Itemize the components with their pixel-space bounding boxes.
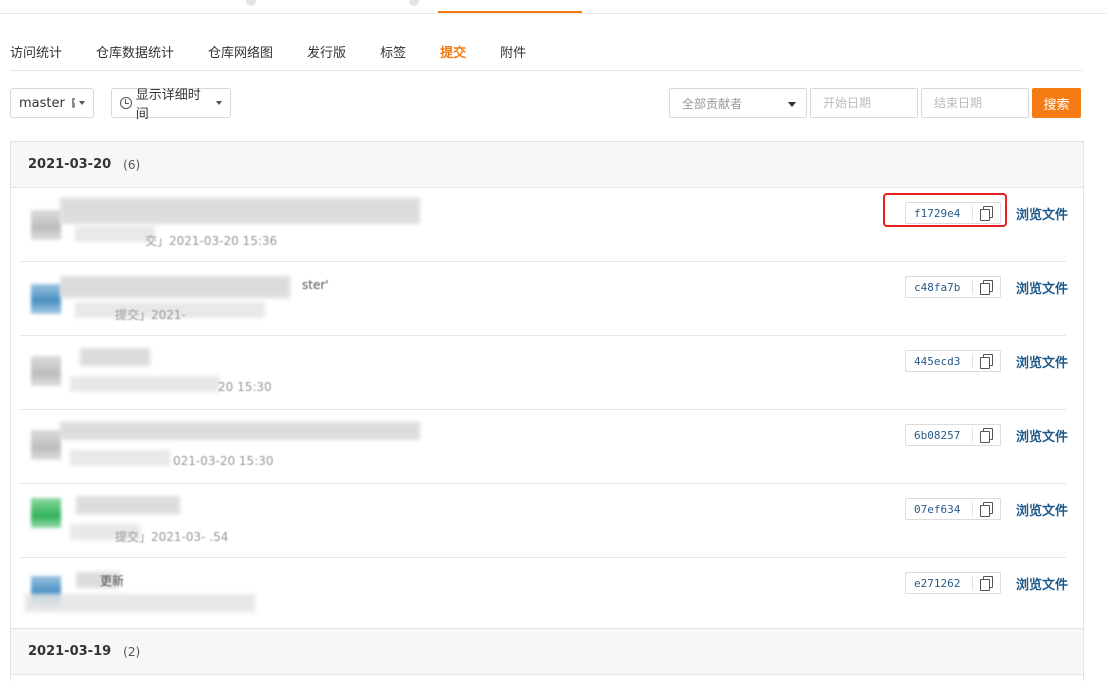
commit-sha[interactable]: 6b08257 <box>906 429 972 442</box>
commit-sha[interactable]: e271262 <box>906 577 972 590</box>
copy-icon[interactable] <box>980 280 994 295</box>
commit-title-redacted <box>60 276 290 298</box>
nav-item-attachments[interactable]: 附件 <box>500 44 526 70</box>
clock-icon <box>120 97 132 109</box>
commit-author-redacted <box>70 450 170 466</box>
nav-item-tags[interactable]: 标签 <box>380 44 406 70</box>
commit-author-redacted <box>25 594 255 612</box>
branch-name: master <box>19 95 65 111</box>
commit-author-redacted <box>75 226 155 242</box>
commit-title-redacted <box>76 496 180 514</box>
commit-row: 提交」2021-03- .54 07ef634 浏览文件 <box>20 484 1068 558</box>
search-button[interactable]: 搜索 <box>1032 88 1081 118</box>
commit-sha[interactable]: c48fa7b <box>906 281 972 294</box>
commit-group-count: (6) <box>123 157 141 172</box>
subnav-divider <box>10 70 1083 71</box>
copy-icon[interactable] <box>980 576 994 591</box>
browse-files-link[interactable]: 浏览文件 <box>1016 278 1068 297</box>
browse-files-link[interactable]: 浏览文件 <box>1016 352 1068 371</box>
commit-title-redacted <box>60 422 420 440</box>
commit-meta: 提交」2021- <box>115 308 186 322</box>
nav-item-repo-stats[interactable]: 仓库数据统计 <box>96 44 174 70</box>
browse-files-link[interactable]: 浏览文件 <box>1016 574 1068 593</box>
commit-toolbar: master 显示详细时间 全部贡献者 搜索 <box>10 88 1082 122</box>
avatar <box>31 430 61 460</box>
commit-sha[interactable]: 445ecd3 <box>906 355 972 368</box>
top-tab-ghost <box>409 0 419 6</box>
commit-group-count: (2) <box>123 644 141 659</box>
commit-group-header: 2021-03-20 (6) <box>11 142 1083 188</box>
browse-files-link[interactable]: 浏览文件 <box>1016 204 1068 223</box>
sha-separator <box>972 354 973 368</box>
end-date-input[interactable] <box>921 88 1029 118</box>
commit-row: ster' 提交」2021- c48fa7b 浏览文件 <box>20 262 1068 336</box>
commit-row: 021-03-20 15:30 6b08257 浏览文件 <box>20 410 1068 484</box>
commit-title-fragment: ster' <box>302 278 329 292</box>
commit-group: 2021-03-19 (2) <box>10 628 1084 681</box>
avatar <box>31 356 61 386</box>
copy-icon[interactable] <box>980 428 994 443</box>
nav-item-access-stats[interactable]: 访问统计 <box>10 44 62 70</box>
commit-row: 更新 e271262 浏览文件 <box>20 558 1068 632</box>
chevron-down-icon <box>79 101 85 105</box>
annotation-highlight-box <box>883 193 1007 227</box>
commit-meta: 提交」2021-03- .54 <box>115 530 229 544</box>
nav-item-releases[interactable]: 发行版 <box>307 44 346 70</box>
commit-sha-box: 07ef634 <box>905 498 1001 520</box>
commit-group-date: 2021-03-19 <box>28 644 112 659</box>
commit-sha-box: 6b08257 <box>905 424 1001 446</box>
commit-row: 20 15:30 445ecd3 浏览文件 <box>20 336 1068 410</box>
commit-group-date: 2021-03-20 <box>28 157 112 172</box>
top-tab-active-indicator <box>438 11 582 13</box>
commit-sha-box: e271262 <box>905 572 1001 594</box>
commit-meta: 交」2021-03-20 15:36 <box>145 234 278 248</box>
avatar <box>31 210 61 240</box>
browse-files-link[interactable]: 浏览文件 <box>1016 500 1068 519</box>
commit-sha-box: 445ecd3 <box>905 350 1001 372</box>
copy-icon[interactable] <box>980 354 994 369</box>
sha-separator <box>972 280 973 294</box>
sha-separator <box>972 576 973 590</box>
avatar <box>31 284 61 314</box>
nav-item-commits[interactable]: 提交 <box>440 44 466 70</box>
nav-item-network[interactable]: 仓库网络图 <box>208 44 273 70</box>
branch-select-button[interactable]: master <box>10 88 94 118</box>
author-select-label: 全部贡献者 <box>682 96 743 111</box>
time-display-toggle[interactable]: 显示详细时间 <box>111 88 231 122</box>
browse-files-link[interactable]: 浏览文件 <box>1016 426 1068 445</box>
commit-title-fragment: 更新 <box>100 574 125 588</box>
time-toggle-label: 显示详细时间 <box>135 88 201 122</box>
top-tab-ghost <box>246 0 256 6</box>
shield-icon <box>71 98 80 108</box>
commit-meta: 20 15:30 <box>218 380 272 394</box>
sha-separator <box>972 502 973 516</box>
chevron-down-icon <box>788 102 796 107</box>
top-tab-strip <box>0 0 1106 14</box>
start-date-input[interactable] <box>810 88 918 118</box>
commit-author-redacted <box>70 376 220 392</box>
sha-separator <box>972 428 973 442</box>
avatar <box>31 498 61 528</box>
commit-sha[interactable]: 07ef634 <box>906 503 972 516</box>
sub-navigation: 访问统计 仓库数据统计 仓库网络图 发行版 标签 提交 附件 <box>10 44 560 70</box>
author-select[interactable]: 全部贡献者 <box>669 88 807 118</box>
chevron-down-icon <box>216 101 222 105</box>
commit-sha-box: c48fa7b <box>905 276 1001 298</box>
commit-group-header: 2021-03-19 (2) <box>11 629 1083 675</box>
commit-meta: 021-03-20 15:30 <box>173 454 274 468</box>
copy-icon[interactable] <box>980 502 994 517</box>
commit-title-redacted <box>80 348 150 366</box>
commit-title-redacted <box>60 198 420 224</box>
